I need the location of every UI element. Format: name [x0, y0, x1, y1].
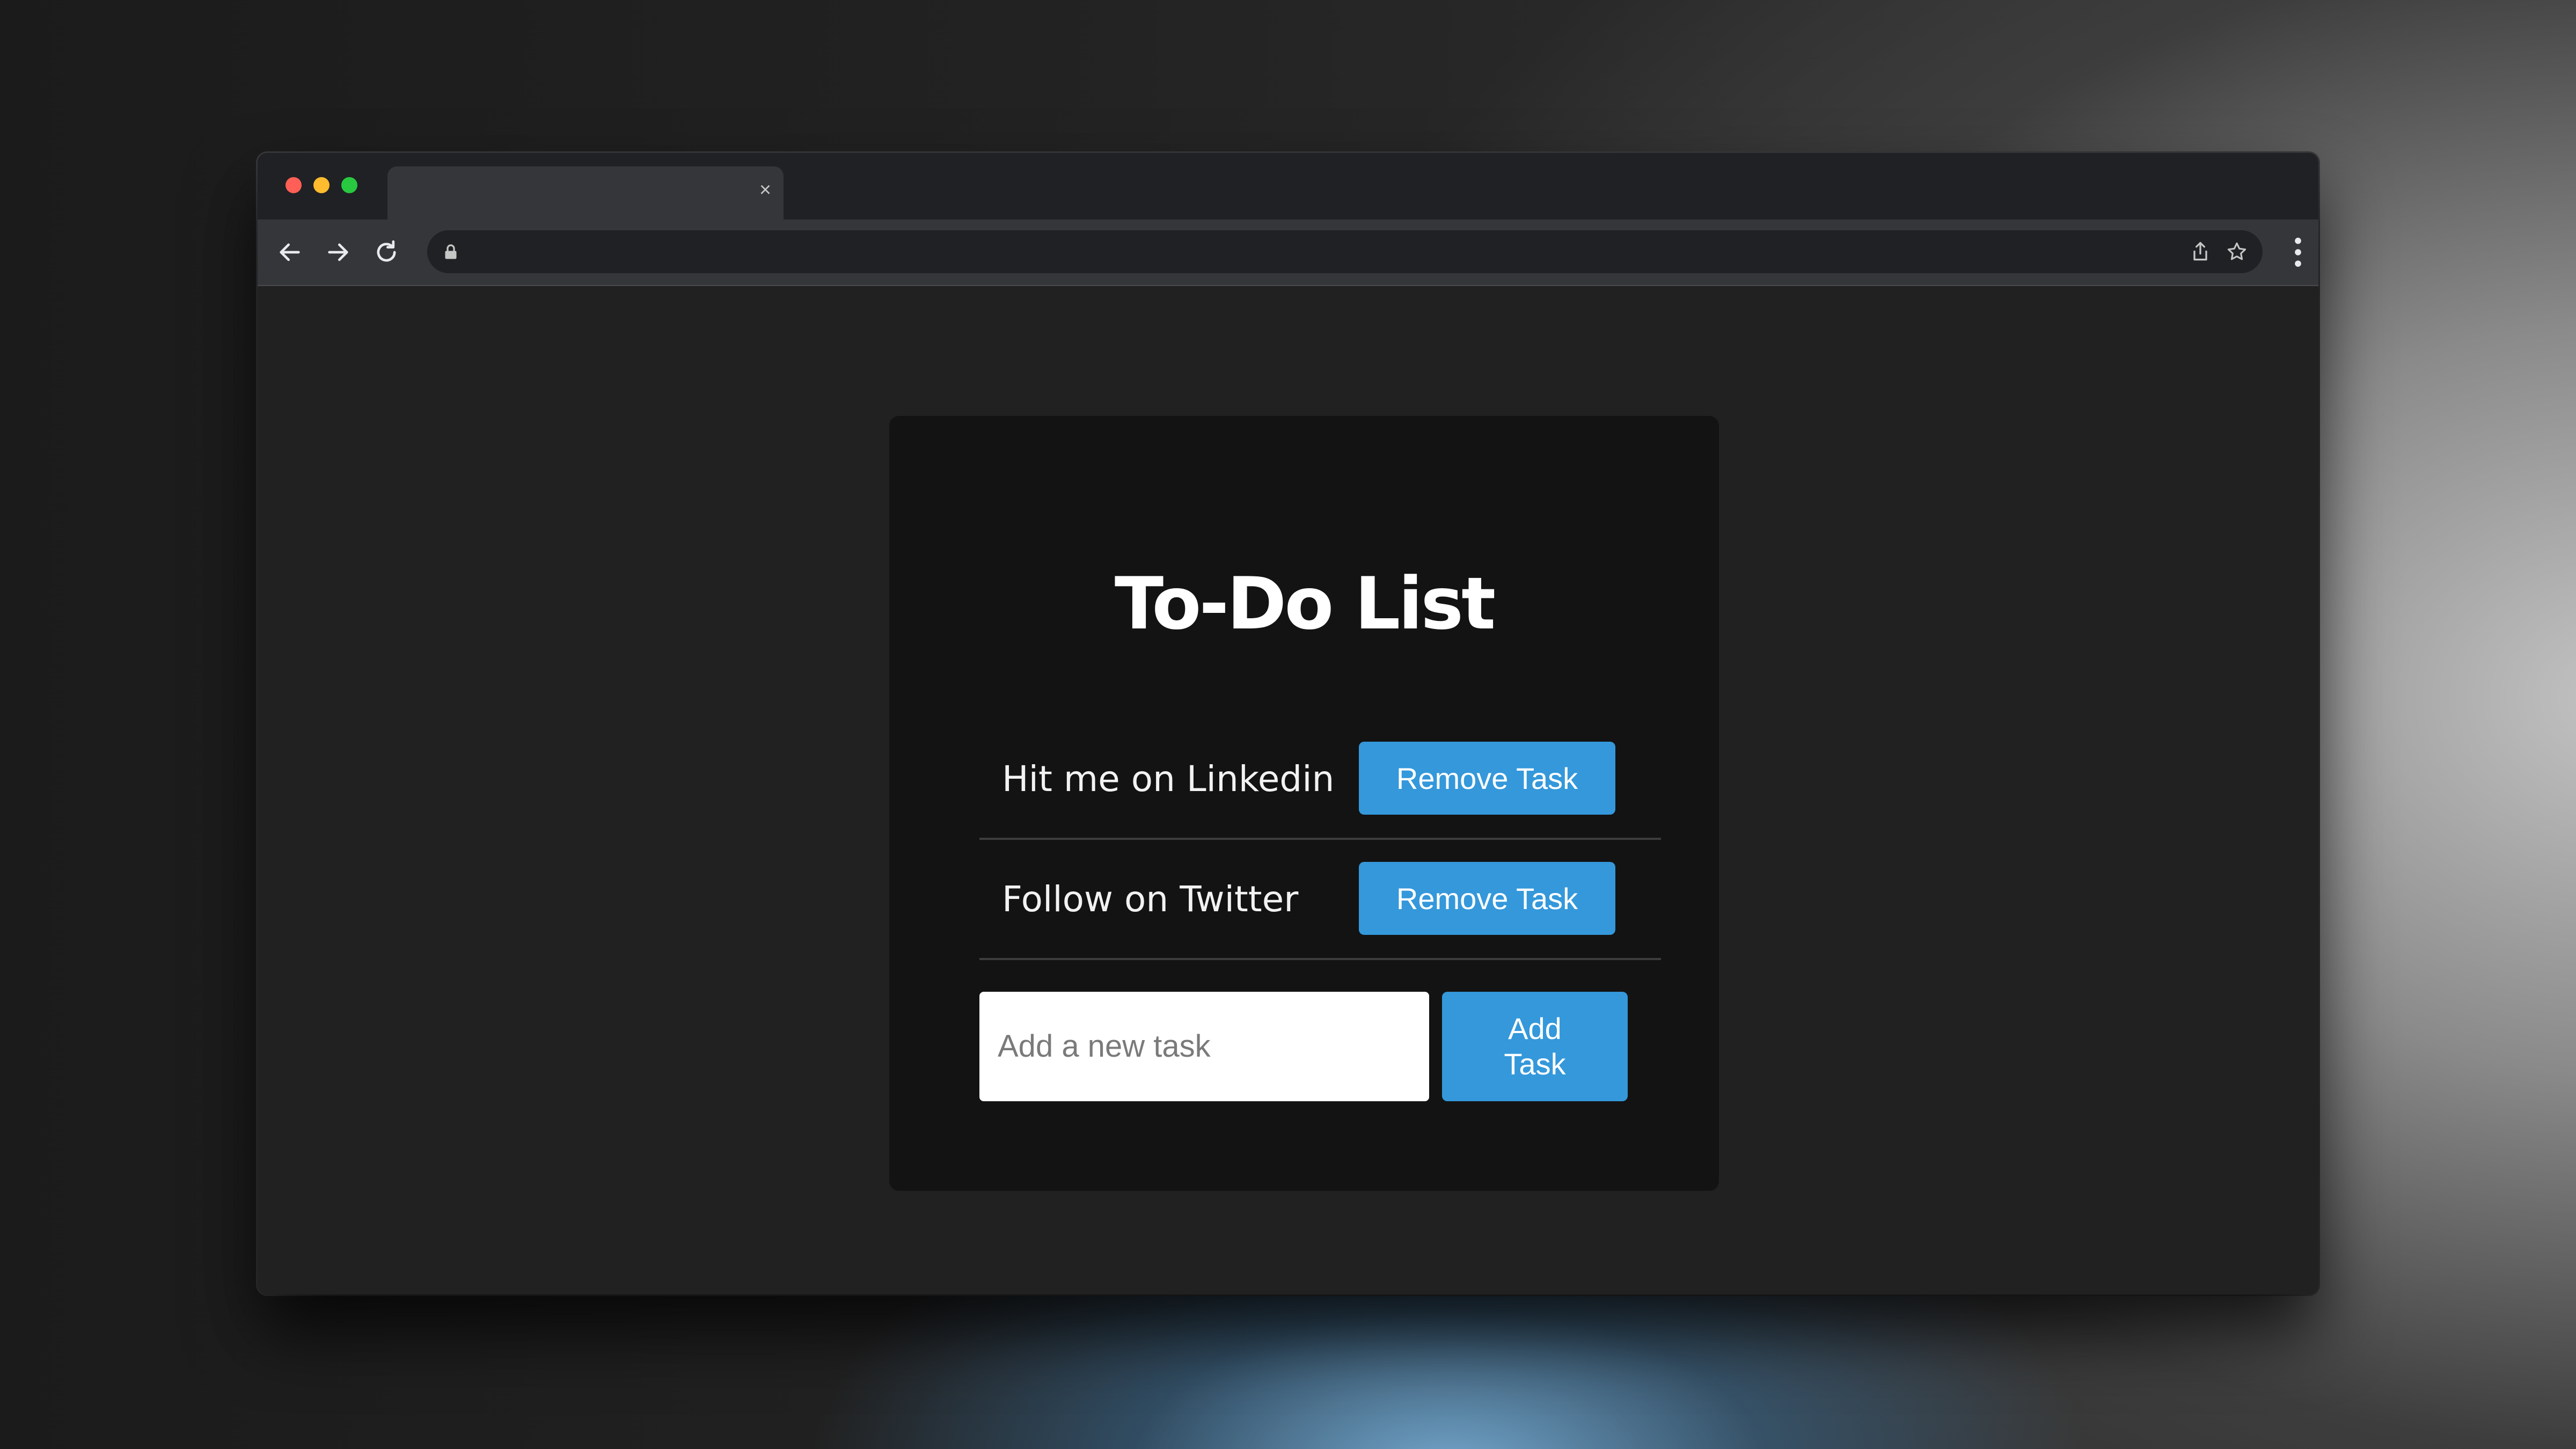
reload-icon[interactable] [371, 237, 401, 267]
page-viewport: To-Do List Hit me on Linkedin Remove Tas… [258, 286, 2318, 1294]
more-options-icon[interactable] [2293, 237, 2303, 268]
remove-task-button[interactable]: Remove Task [1359, 862, 1615, 935]
task-text: Hit me on Linkedin [1002, 758, 1335, 800]
maximize-window-button[interactable] [341, 177, 357, 193]
task-text: Follow on Twitter [1002, 879, 1299, 920]
forward-arrow-icon[interactable] [323, 237, 353, 267]
new-task-input[interactable]: Add a new task [979, 992, 1429, 1101]
todo-card: To-Do List Hit me on Linkedin Remove Tas… [889, 416, 1719, 1191]
browser-toolbar [258, 219, 2318, 286]
share-icon[interactable] [2189, 240, 2212, 264]
minimize-window-button[interactable] [313, 177, 330, 193]
star-icon[interactable] [2225, 240, 2249, 264]
back-arrow-icon[interactable] [275, 237, 305, 267]
add-task-button[interactable]: Add Task [1442, 992, 1628, 1101]
tab-close-icon[interactable]: × [755, 179, 776, 201]
page-title: To-Do List [1114, 562, 1496, 646]
task-item: Hit me on Linkedin Remove Task [979, 718, 1661, 840]
browser-tab[interactable]: × [387, 166, 784, 219]
browser-titlebar: × [258, 153, 2318, 219]
lock-icon[interactable] [441, 242, 460, 261]
remove-task-button[interactable]: Remove Task [1359, 742, 1615, 815]
close-window-button[interactable] [286, 177, 302, 193]
browser-window: × To-Do List Hit me on Linkedin Remove T… [258, 153, 2318, 1294]
task-item: Follow on Twitter Remove Task [979, 838, 1661, 960]
address-bar[interactable] [427, 230, 2263, 273]
